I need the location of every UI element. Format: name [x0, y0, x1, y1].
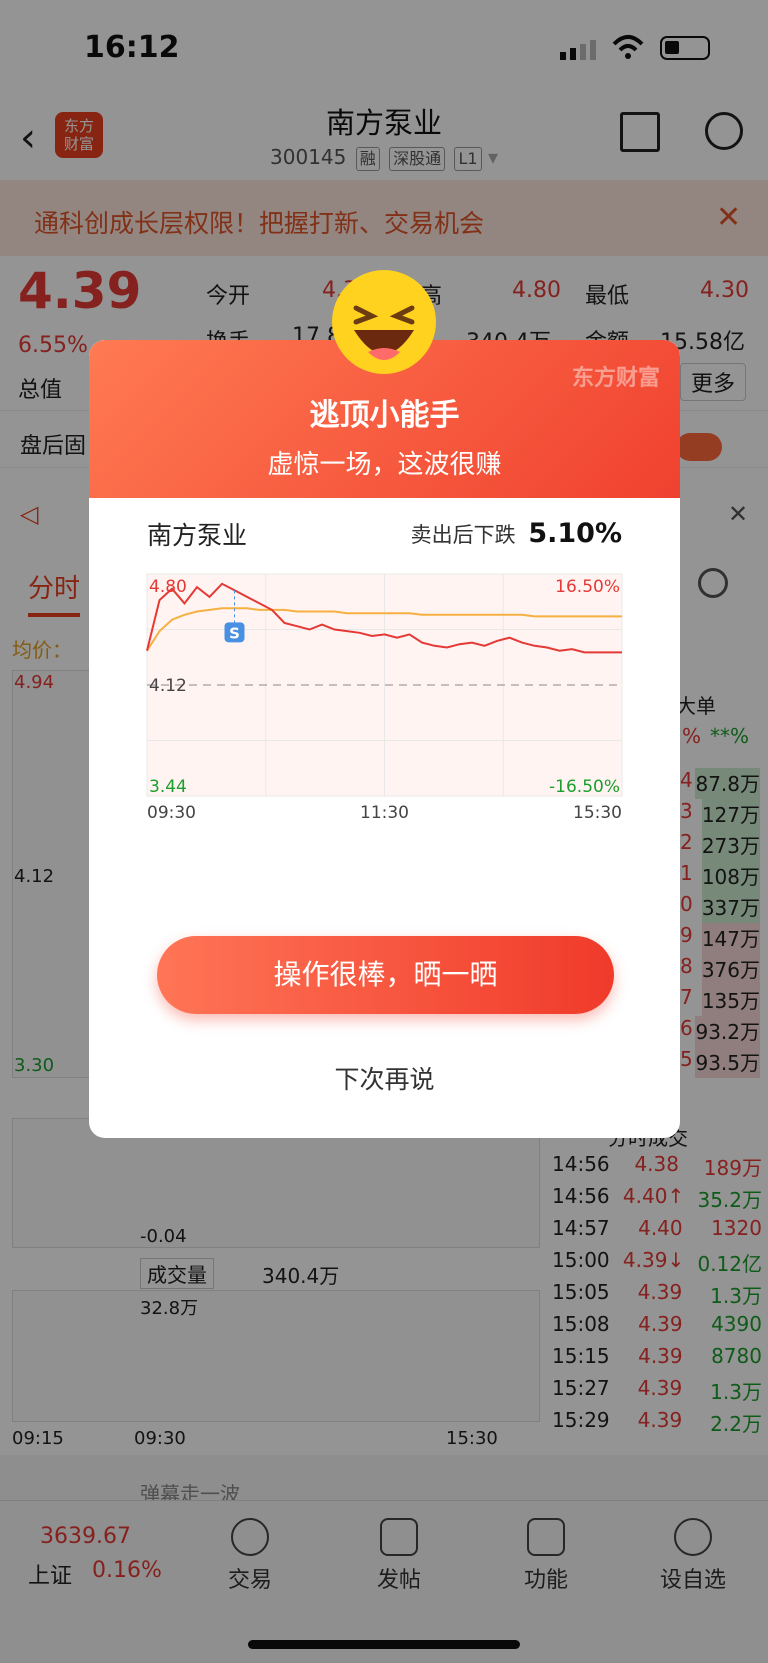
sell-marker-label: S — [229, 624, 240, 642]
share-button[interactable]: 操作很棒，晒一晒 — [157, 936, 614, 1014]
pct-low-label: -16.50% — [549, 777, 620, 797]
y-low-label: 3.44 — [149, 777, 187, 797]
modal-subtitle: 虚惊一场，这波很赚 — [267, 450, 502, 480]
dismiss-button[interactable]: 下次再说 — [89, 1060, 680, 1096]
drop-value: 5.10% — [528, 518, 622, 549]
achievement-modal: 东方财富 逃顶小能手 虚惊一场，这波很赚 南方泵业 卖出后下跌 5.10% 4.… — [89, 340, 680, 1138]
modal-watermark: 东方财富 — [571, 366, 660, 391]
modal-title: 逃顶小能手 — [309, 398, 460, 433]
x-tick-label: 09:30 — [147, 803, 196, 823]
pct-top-label: 16.50% — [555, 577, 620, 597]
stock-detail-screen: 16:12 ‹ 东方 财富 南方泵业 300145 融 深股通 L1 ▾ 通科创… — [0, 0, 768, 1663]
drop-row: 卖出后下跌 5.10% — [411, 518, 622, 549]
y-ref-label: 4.12 — [149, 676, 187, 696]
y-top-label: 4.80 — [149, 577, 187, 597]
laughing-emoji-icon — [332, 270, 436, 374]
x-tick-label: 11:30 — [360, 803, 409, 823]
x-tick-label: 15:30 — [573, 803, 622, 823]
modal-stock-name: 南方泵业 — [147, 521, 248, 550]
modal-chart: 4.80 16.50% 4.12 3.44 -16.50% 09:30 11:30 15:30… — [146, 573, 623, 823]
drop-label: 卖出后下跌 — [410, 523, 516, 547]
